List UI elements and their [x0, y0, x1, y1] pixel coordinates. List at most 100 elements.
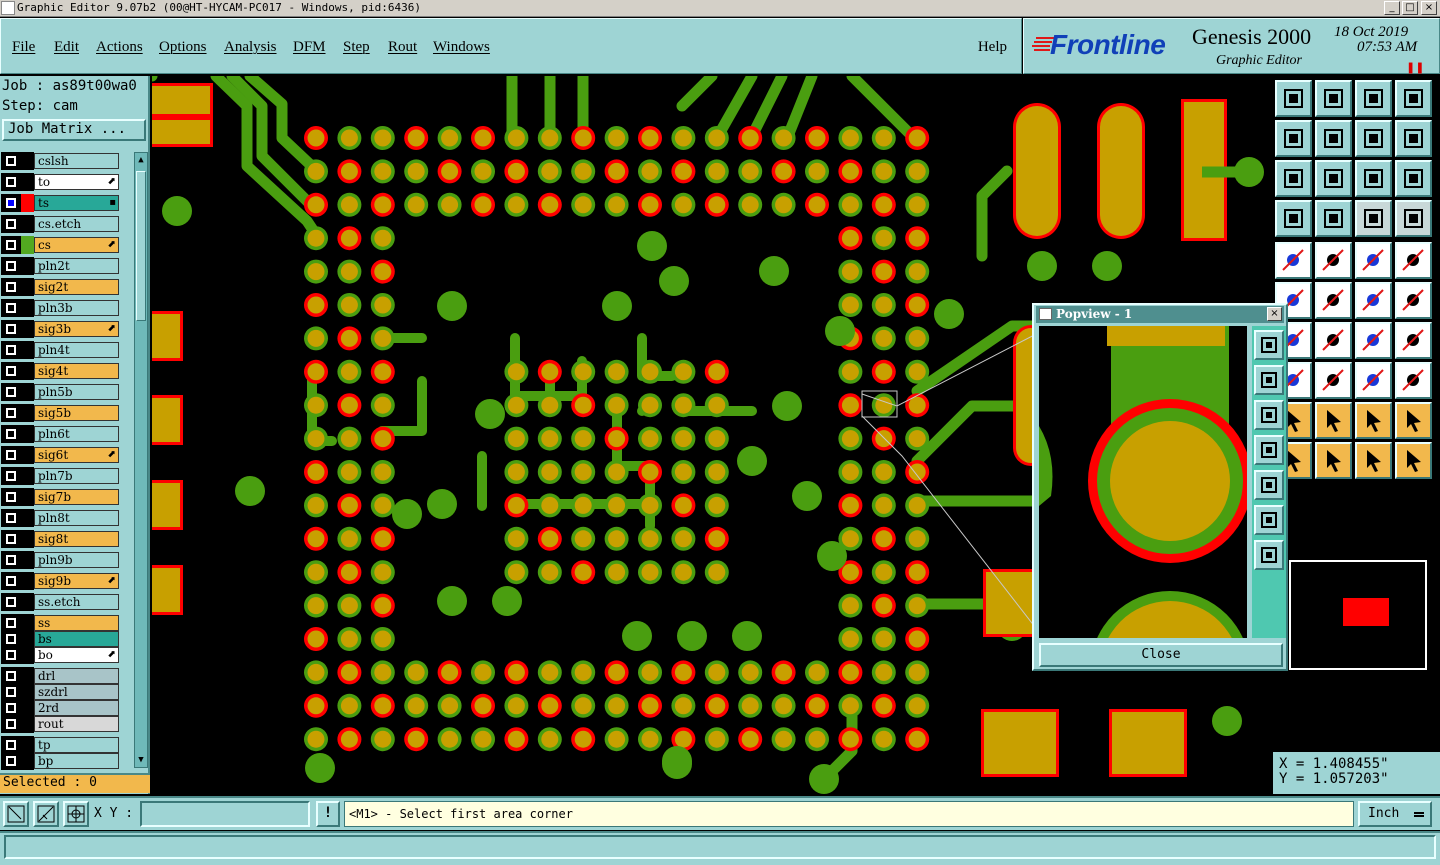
layer-row-ts[interactable]: ts ▪ [0, 194, 134, 212]
layer-name[interactable]: ss.etch [34, 594, 119, 610]
menu-dfm[interactable]: DFM [293, 39, 326, 56]
layer-name[interactable]: pln5b [34, 384, 119, 400]
layer-display-color[interactable] [21, 551, 34, 569]
zoom-out-button[interactable] [1315, 80, 1352, 117]
layer-display-color[interactable] [21, 752, 34, 770]
undo-zoom-button[interactable] [1355, 120, 1392, 157]
layer-row-cs-etch[interactable]: cs.etch [0, 215, 134, 233]
layer-row-sig2t[interactable]: sig2t [0, 278, 134, 296]
layer-name[interactable]: pln8t [34, 510, 119, 526]
popview-layers-button[interactable] [1254, 330, 1284, 360]
layer-checkbox[interactable] [6, 618, 16, 628]
popview-pan-left-button[interactable] [1254, 435, 1284, 465]
layer-select-2-button[interactable] [1395, 200, 1432, 237]
scroll-thumb[interactable] [136, 171, 146, 321]
layer-name[interactable]: pln4t [34, 342, 119, 358]
layer-checkbox[interactable] [6, 650, 16, 660]
layer-display-color[interactable] [21, 446, 34, 464]
pan-right-button[interactable] [1315, 120, 1352, 157]
layer-display-color[interactable] [21, 530, 34, 548]
layer-name[interactable]: bp [34, 753, 119, 769]
layer-name[interactable]: ts ▪ [34, 195, 119, 211]
zoom-window-button[interactable] [1395, 80, 1432, 117]
pointer-4-button[interactable] [1395, 442, 1432, 479]
layer-display-color[interactable] [21, 173, 34, 191]
layer-name[interactable]: pln2t [34, 258, 119, 274]
layer-row-sig4t[interactable]: sig4t [0, 362, 134, 380]
layer-checkbox[interactable] [6, 240, 16, 250]
split-button[interactable] [1395, 322, 1432, 359]
layer-row-pln6t[interactable]: pln6t [0, 425, 134, 443]
menu-edit[interactable]: Edit [54, 39, 79, 56]
layer-checkbox[interactable] [6, 261, 16, 271]
layer-row-to[interactable]: to ⬈ [0, 173, 134, 191]
layer-name[interactable]: sig2t [34, 279, 119, 295]
scale-1-2-button[interactable] [1355, 160, 1392, 197]
layer-display-color[interactable] [21, 236, 34, 254]
layer-row-bo[interactable]: bo ⬈ [0, 646, 134, 664]
layer-name[interactable]: sig3b ⬈ [34, 321, 119, 337]
layer-checkbox[interactable] [6, 634, 16, 644]
pause-icon[interactable]: ❚❚ [1406, 61, 1424, 74]
layer-checkbox[interactable] [6, 555, 16, 565]
layer-name[interactable]: pln9b [34, 552, 119, 568]
layer-display-color[interactable] [21, 257, 34, 275]
pan-left-button[interactable] [1275, 120, 1312, 157]
layer-checkbox[interactable] [6, 756, 16, 766]
home-button[interactable] [1355, 80, 1392, 117]
measure-button[interactable] [1355, 242, 1392, 279]
job-matrix-button[interactable]: Job Matrix ... [2, 119, 146, 141]
layer-name[interactable]: szdrl [34, 684, 119, 700]
connect-button[interactable] [1355, 282, 1392, 319]
warning-button[interactable]: ! [316, 801, 340, 827]
draw-line-button[interactable] [1315, 322, 1352, 359]
menu-file[interactable]: File [12, 39, 35, 56]
redraw-button[interactable] [1395, 120, 1432, 157]
layer-checkbox[interactable] [6, 198, 16, 208]
popview-fit-button[interactable] [1254, 505, 1284, 535]
layer-row-pln8t[interactable]: pln8t [0, 509, 134, 527]
xy-input[interactable] [140, 801, 310, 827]
move-up-button[interactable] [1355, 402, 1392, 439]
layer-display-color[interactable] [21, 320, 34, 338]
popview-zoom-out-button[interactable] [1254, 400, 1284, 430]
popview-canvas[interactable] [1039, 326, 1247, 638]
layer-name[interactable]: sig4t [34, 363, 119, 379]
layer-name[interactable]: sig9b ⬈ [34, 573, 119, 589]
layer-name[interactable]: sig5b [34, 405, 119, 421]
layer-row-sig7b[interactable]: sig7b [0, 488, 134, 506]
minimize-button[interactable]: _ [1384, 1, 1400, 15]
zoom-home-button[interactable] [1275, 80, 1312, 117]
snap-grid-button[interactable] [63, 801, 89, 827]
move-button[interactable] [1315, 402, 1352, 439]
add-circle-button[interactable] [1395, 242, 1432, 279]
layer-display-color[interactable] [21, 572, 34, 590]
layer-row-pln3b[interactable]: pln3b [0, 299, 134, 317]
layer-display-color[interactable] [21, 341, 34, 359]
popview-pan-right-button[interactable] [1254, 470, 1284, 500]
layer-checkbox[interactable] [6, 471, 16, 481]
layer-name[interactable]: pln7b [34, 468, 119, 484]
measure-button[interactable] [33, 801, 59, 827]
features-button[interactable] [1395, 362, 1432, 399]
snap-settings-button[interactable] [1275, 200, 1312, 237]
menu-help[interactable]: Help [978, 39, 1007, 56]
layer-checkbox[interactable] [6, 450, 16, 460]
add-line-button[interactable] [1315, 242, 1352, 279]
layer-row-sig5b[interactable]: sig5b [0, 404, 134, 422]
layer-name[interactable]: sig8t [34, 531, 119, 547]
maximize-button[interactable]: □ [1402, 1, 1418, 15]
layer-display-color[interactable] [21, 404, 34, 422]
layer-row-sig3b[interactable]: sig3b ⬈ [0, 320, 134, 338]
pointer-3-button[interactable] [1355, 442, 1392, 479]
layer-display-color[interactable] [21, 593, 34, 611]
layer-name[interactable]: cslsh [34, 153, 119, 169]
layer-name[interactable]: cs ⬈ [34, 237, 119, 253]
popview-zoom-home-button[interactable] [1254, 365, 1284, 395]
layer-name[interactable]: rout [34, 716, 119, 732]
layer-row-pln4t[interactable]: pln4t [0, 341, 134, 359]
layer-row-bp[interactable]: bp [0, 752, 134, 770]
menu-windows[interactable]: Windows [433, 39, 490, 56]
layer-checkbox[interactable] [6, 703, 16, 713]
break-button[interactable] [1395, 282, 1432, 319]
